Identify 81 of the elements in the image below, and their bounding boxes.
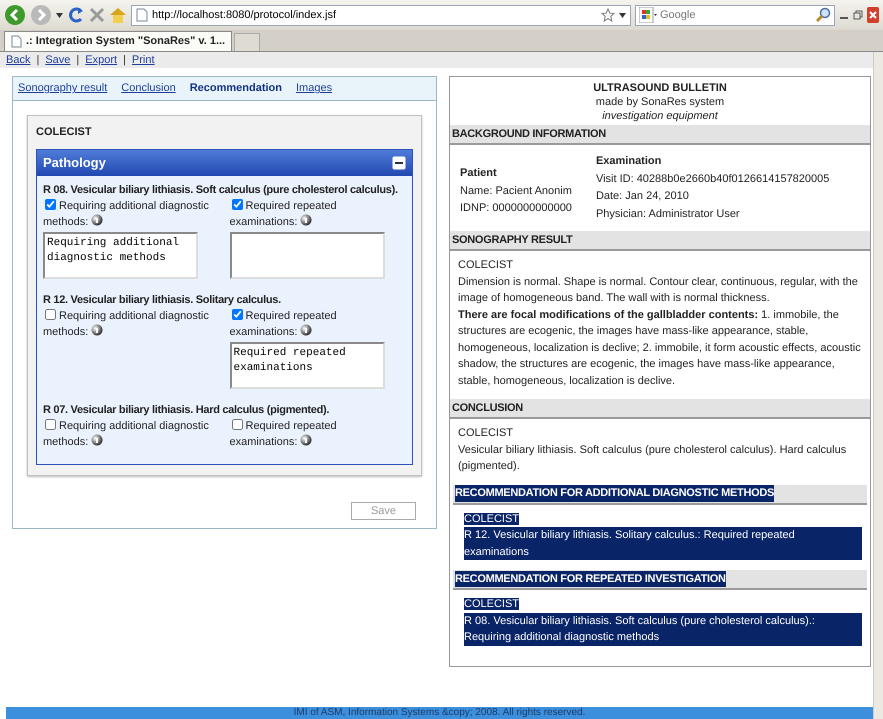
browser-tab[interactable]: .: Integration System "SonaRes" v. 1... <box>4 31 232 51</box>
url-input[interactable]: http://localhost:8080/protocol/index.jsf <box>152 6 597 24</box>
checkbox[interactable] <box>45 198 56 210</box>
restore-icon[interactable] <box>853 10 863 20</box>
item-title: R 08. Vesicular biliary lithiasis. Soft calculus (pure cholesterol calculus). <box>43 182 399 198</box>
page-link[interactable]: Back <box>6 52 30 68</box>
info-heading: Examination <box>596 154 662 169</box>
info-icon[interactable] <box>91 434 104 446</box>
search-input[interactable]: Google <box>660 6 812 24</box>
section-heading: BACKGROUND INFORMATION <box>450 125 870 145</box>
checkbox-label[interactable]: Required repeated examinations: <box>230 198 406 230</box>
checkbox-label[interactable]: Requiring additional diagnostic methods: <box>43 198 220 230</box>
back-icon[interactable] <box>4 4 26 26</box>
page-link[interactable]: Print <box>132 52 155 68</box>
section-text: Dimension is normal. Shape is normal. Contour clear, continuous, regular, with the image of homogeneous band. The wall with is normal thickness. <box>458 274 859 306</box>
caret-icon[interactable] <box>56 12 63 18</box>
checkbox-label[interactable]: Requiring additional diagnostic methods: <box>43 308 220 340</box>
checkbox[interactable] <box>45 418 56 430</box>
page-icon <box>11 35 22 48</box>
item-title: R 07. Vesicular biliary lithiasis. Hard calculus (pigmented). <box>43 402 330 418</box>
info-icon[interactable] <box>91 214 104 226</box>
star-icon[interactable] <box>601 8 615 22</box>
checkbox-label[interactable]: Required repeated examinations: <box>230 308 406 340</box>
stop-icon[interactable] <box>89 7 105 23</box>
group-title: COLECIST <box>36 125 93 140</box>
info-line: Name: Pacient Anonim <box>460 184 572 198</box>
section-heading: CONCLUSION <box>452 400 523 416</box>
checkbox[interactable] <box>232 418 242 430</box>
info-line: IDNP: 0000000000000 <box>460 201 572 216</box>
checkbox-label[interactable]: Required repeated examinations: <box>230 418 406 450</box>
section-text: R 08. Vesicular biliary lithiasis. Soft calculus (pure cholesterol calculus).: Requiring additional diagnostic methods <box>464 612 862 646</box>
reload-icon[interactable] <box>67 6 85 24</box>
tab[interactable]: Recommendation <box>190 80 282 97</box>
separator: | <box>123 52 126 68</box>
page-link[interactable]: Save <box>45 52 70 68</box>
info-line: Physician: Administrator User <box>596 206 741 222</box>
info-heading: Patient <box>460 166 498 181</box>
organ-label: COLECIST <box>464 598 520 610</box>
section-heading: SONOGRAPHY RESULT <box>452 232 572 248</box>
report-title: ULTRASOUND BULLETIN <box>592 81 728 95</box>
text-area[interactable] <box>230 232 384 279</box>
checkbox[interactable] <box>232 198 242 210</box>
search-engine-icon[interactable] <box>639 7 657 23</box>
checkbox[interactable] <box>45 308 56 320</box>
section-text: There are focal modifications of the gallbladder contents: 1. immobile, the structures are ecogenic, the images have mass-like appearance, stable, homogeneous, localization is declive; 2. immobile, it form acoustic effects, acoustic shadow, the structures are ecogenic, the images have mass-like appearance, stable, homogeneous, localization is declive. <box>458 308 862 388</box>
organ-label: COLECIST <box>458 259 514 271</box>
close-icon[interactable] <box>867 7 879 23</box>
report-note: investigation equipment <box>601 109 720 123</box>
info-line: Visit ID: 40288b0e2660b40f0126614157820005 <box>596 172 830 186</box>
section-heading: RECOMMENDATION FOR REPEATED INVESTIGATION <box>455 570 726 588</box>
info-icon[interactable] <box>300 324 312 336</box>
section-text: Vesicular biliary lithiasis. Soft calculus (pure cholesterol calculus). Hard calculus (pigmented). <box>458 442 848 474</box>
page-icon <box>136 8 148 22</box>
scrollbar[interactable] <box>873 52 883 719</box>
tab[interactable]: Conclusion <box>121 80 176 97</box>
search-icon[interactable] <box>815 7 831 23</box>
report-subtitle: made by SonaRes system <box>594 95 726 109</box>
section-text: R 12. Vesicular biliary lithiasis. Solitary calculus.: Required repeated examinations <box>464 527 862 560</box>
organ-label: COLECIST <box>458 427 514 439</box>
panel-title: Pathology <box>43 154 106 172</box>
search-bar[interactable]: Google <box>635 4 835 26</box>
separator: | <box>36 52 40 68</box>
text-area[interactable]: Required repeated examinations <box>230 342 384 389</box>
checkbox-label[interactable]: Requiring additional diagnostic methods: <box>43 418 220 450</box>
checkbox[interactable] <box>232 308 242 320</box>
address-bar[interactable]: http://localhost:8080/protocol/index.jsf <box>131 4 631 26</box>
tab[interactable]: Images <box>296 80 332 97</box>
info-icon[interactable] <box>300 434 312 446</box>
collapse-icon[interactable] <box>392 156 406 170</box>
item-title: R 12. Vesicular biliary lithiasis. Solitary calculus. <box>43 292 282 308</box>
info-line: Date: Jan 24, 2010 <box>596 189 690 204</box>
page-link[interactable]: Export <box>85 52 118 68</box>
organ-label: COLECIST <box>464 512 520 524</box>
text-area[interactable]: Requiring additional diagnostic methods <box>43 232 198 279</box>
caret-icon[interactable] <box>619 12 626 18</box>
tab[interactable]: Sonography result <box>18 80 108 97</box>
separator: | <box>76 52 80 68</box>
info-icon[interactable] <box>300 214 312 226</box>
info-icon[interactable] <box>91 324 104 336</box>
section-heading: RECOMMENDATION FOR ADDITIONAL DIAGNOSTIC METHODS <box>455 485 774 502</box>
footer: IMI of ASM, Information Systems &copy; 2008. All rights reserved. <box>6 707 873 719</box>
